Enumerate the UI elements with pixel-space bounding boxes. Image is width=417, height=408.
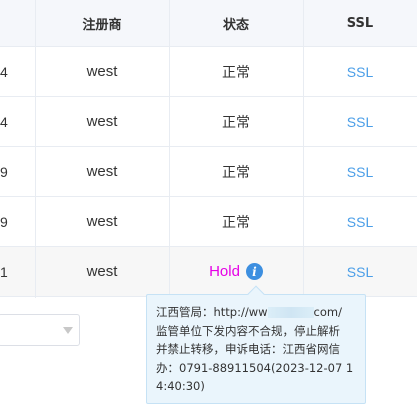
status-cell: 正常 [222, 114, 250, 131]
ssl-link[interactable]: SSL [303, 47, 417, 96]
chevron-down-icon [63, 327, 73, 334]
header-ssl: SSL [346, 15, 374, 31]
header-status: 状态 [222, 17, 249, 33]
hold-status-text: Hold [209, 263, 240, 280]
table-row: 4 west 正常 SSL [0, 97, 417, 147]
table-row: 9 west 正常 SSL [0, 197, 417, 247]
column-divider [303, 0, 304, 298]
header-col-0 [0, 0, 35, 46]
row-number: 9 [0, 213, 8, 230]
tooltip-text: 江西管局：http://ww [156, 305, 268, 319]
status-cell: 正常 [222, 164, 250, 181]
table-row: 4 west 正常 SSL [0, 47, 417, 97]
column-divider [169, 0, 170, 298]
status-cell: 正常 [222, 214, 250, 231]
page-size-select[interactable] [0, 314, 80, 346]
ssl-link[interactable]: SSL [303, 97, 417, 146]
table-header: 注册商 状态 SSL [0, 0, 417, 47]
row-number: 4 [0, 63, 8, 80]
status-cell: 正常 [222, 64, 250, 81]
header-registrar: 注册商 [82, 17, 122, 33]
registrar-cell: west [86, 163, 118, 180]
registrar-cell: west [86, 113, 118, 130]
table-row: 1 west Hold i SSL [0, 247, 417, 297]
status-cell: Hold i [169, 247, 303, 296]
registrar-cell: west [86, 263, 118, 280]
row-number: 9 [0, 163, 8, 180]
tooltip-line: 江西管局：http://ww com/ [156, 303, 356, 322]
ssl-link[interactable]: SSL [303, 197, 417, 246]
tooltip-line: 并禁止转移，申诉电话：江西省网信 [156, 342, 340, 356]
redacted-text [267, 307, 314, 318]
table-row: 9 west 正常 SSL [0, 147, 417, 197]
ssl-link[interactable]: SSL [303, 247, 417, 296]
row-number: 4 [0, 113, 8, 130]
tooltip-line: 办：0791-88911504(2023-12-07 1 [156, 360, 354, 375]
row-number: 1 [0, 263, 8, 280]
ssl-link[interactable]: SSL [303, 147, 417, 196]
registrar-cell: west [86, 213, 118, 230]
tooltip-text: com/ [313, 305, 342, 319]
tooltip-line: 4:40:30) [156, 379, 205, 393]
info-icon[interactable]: i [245, 263, 263, 280]
hold-reason-tooltip: 江西管局：http://ww com/ 监管单位下发内容不合规，停止解析 并禁止转… [146, 285, 366, 404]
column-divider [35, 0, 36, 298]
tooltip-line: 监管单位下发内容不合规，停止解析 [156, 323, 340, 338]
registrar-cell: west [86, 63, 118, 80]
